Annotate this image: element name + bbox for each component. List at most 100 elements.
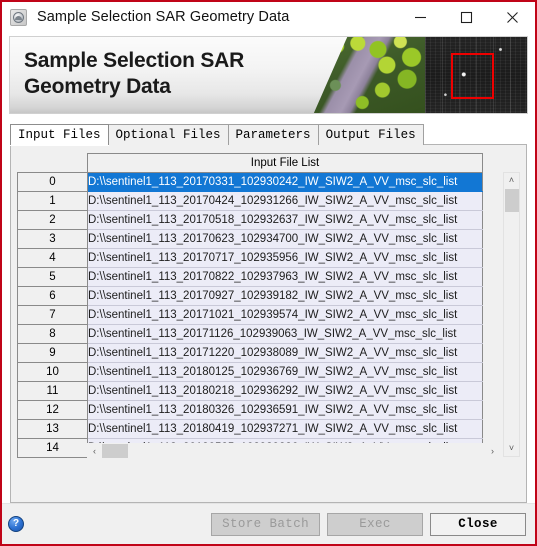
row-header[interactable]: 7 [17,305,88,325]
horizontal-scrollbar[interactable]: ‹ › [87,443,500,459]
column-header-input-file-list[interactable]: Input File List [87,153,483,173]
header-scrollbar-spacer [482,153,500,173]
table-row[interactable]: 0 D:\\sentinel1_113_20170331_102930242_I… [17,172,500,192]
table-header-row: Input File List [17,153,500,173]
maximize-icon [460,11,472,23]
table-row[interactable]: 12 D:\\sentinel1_113_20180326_102936591_… [17,400,500,420]
row-scrollbar-spacer [482,343,500,363]
scroll-left-icon[interactable]: ‹ [87,444,102,459]
file-path-cell[interactable]: D:\\sentinel1_113_20180218_102936292_IW_… [87,381,483,401]
tab-input-files[interactable]: Input Files [10,124,109,145]
close-button[interactable] [489,2,535,32]
row-header[interactable]: 14 [17,438,88,458]
row-scrollbar-spacer [482,248,500,268]
table-row[interactable]: 9 D:\\sentinel1_113_20171220_102938089_I… [17,343,500,363]
vertical-scroll-thumb[interactable] [505,189,519,212]
table-row[interactable]: 2 D:\\sentinel1_113_20170518_102932637_I… [17,210,500,230]
footer-bar: ? Store Batch Exec Close [2,503,535,544]
file-path-cell[interactable]: D:\\sentinel1_113_20180419_102937271_IW_… [87,419,483,439]
file-path-cell[interactable]: D:\\sentinel1_113_20180326_102936591_IW_… [87,400,483,420]
file-path-cell[interactable]: D:\\sentinel1_113_20170623_102934700_IW_… [87,229,483,249]
row-scrollbar-spacer [482,305,500,325]
minimize-icon [414,16,426,18]
application-window: Sample Selection SAR Geometry Data Sampl… [0,0,537,546]
file-path-cell[interactable]: D:\\sentinel1_113_20171021_102939574_IW_… [87,305,483,325]
row-header[interactable]: 4 [17,248,88,268]
close-dialog-button[interactable]: Close [430,512,526,536]
tab-strip: Input Files Optional Files Parameters Ou… [10,124,527,145]
row-scrollbar-spacer [482,400,500,420]
exec-button[interactable]: Exec [327,512,423,536]
title-bar[interactable]: Sample Selection SAR Geometry Data [2,2,535,32]
row-scrollbar-spacer [482,191,500,211]
row-scrollbar-spacer [482,381,500,401]
row-scrollbar-spacer [482,324,500,344]
scroll-up-icon[interactable]: ˄ [504,173,519,188]
banner: Sample Selection SAR Geometry Data [9,36,528,114]
sar-highlight-box [451,53,494,99]
row-header[interactable]: 6 [17,286,88,306]
scroll-down-icon[interactable]: ˅ [504,441,519,456]
table-row[interactable]: 6 D:\\sentinel1_113_20170927_102939182_I… [17,286,500,306]
tab-optional-files[interactable]: Optional Files [107,124,229,145]
table-row[interactable]: 3 D:\\sentinel1_113_20170623_102934700_I… [17,229,500,249]
table-corner-cell [17,153,88,173]
file-path-cell[interactable]: D:\\sentinel1_113_20170331_102930242_IW_… [87,172,483,192]
table-row[interactable]: 1 D:\\sentinel1_113_20170424_102931266_I… [17,191,500,211]
row-scrollbar-spacer [482,172,500,192]
row-scrollbar-spacer [482,362,500,382]
row-header[interactable]: 1 [17,191,88,211]
file-path-cell[interactable]: D:\\sentinel1_113_20170424_102931266_IW_… [87,191,483,211]
file-path-cell[interactable]: D:\\sentinel1_113_20170822_102937963_IW_… [87,267,483,287]
vertical-scrollbar[interactable]: ˄ ˅ [503,172,520,457]
table-row[interactable]: 10 D:\\sentinel1_113_20180125_102936769_… [17,362,500,382]
row-scrollbar-spacer [482,267,500,287]
file-path-cell[interactable]: D:\\sentinel1_113_20171220_102938089_IW_… [87,343,483,363]
input-file-grid: Input File List 0 D:\\sentinel1_113_2017… [17,153,520,459]
banner-heading: Sample Selection SAR Geometry Data [24,49,245,99]
table-row[interactable]: 5 D:\\sentinel1_113_20170822_102937963_I… [17,267,500,287]
table-row[interactable]: 13 D:\\sentinel1_113_20180419_102937271_… [17,419,500,439]
optical-image [313,37,425,113]
table-row[interactable]: 11 D:\\sentinel1_113_20180218_102936292_… [17,381,500,401]
window-controls [397,2,535,32]
file-path-cell[interactable]: D:\\sentinel1_113_20170518_102932637_IW_… [87,210,483,230]
table-row[interactable]: 7 D:\\sentinel1_113_20171021_102939574_I… [17,305,500,325]
row-header[interactable]: 13 [17,419,88,439]
file-path-cell[interactable]: D:\\sentinel1_113_20170927_102939182_IW_… [87,286,483,306]
banner-image-clip [313,37,527,113]
store-batch-button[interactable]: Store Batch [211,512,320,536]
input-file-table: Input File List 0 D:\\sentinel1_113_2017… [17,153,500,458]
globe-icon [10,8,27,26]
scroll-right-icon[interactable]: › [485,444,500,459]
file-path-cell[interactable]: D:\\sentinel1_113_20171126_102939063_IW_… [87,324,483,344]
file-path-cell[interactable]: D:\\sentinel1_113_20170717_102935956_IW_… [87,248,483,268]
row-scrollbar-spacer [482,419,500,439]
row-header[interactable]: 5 [17,267,88,287]
row-header[interactable]: 10 [17,362,88,382]
row-scrollbar-spacer [482,210,500,230]
table-body: 0 D:\\sentinel1_113_20170331_102930242_I… [17,172,500,458]
help-icon[interactable]: ? [8,516,24,532]
table-row[interactable]: 4 D:\\sentinel1_113_20170717_102935956_I… [17,248,500,268]
row-header[interactable]: 11 [17,381,88,401]
row-header[interactable]: 2 [17,210,88,230]
row-header[interactable]: 0 [17,172,88,192]
tab-panel-input-files: Input File List 0 D:\\sentinel1_113_2017… [10,144,527,503]
row-header[interactable]: 9 [17,343,88,363]
file-path-cell[interactable]: D:\\sentinel1_113_20180125_102936769_IW_… [87,362,483,382]
tab-output-files[interactable]: Output Files [317,124,424,145]
footer-button-group: Store Batch Exec Close [211,512,526,536]
table-row[interactable]: 8 D:\\sentinel1_113_20171126_102939063_I… [17,324,500,344]
tab-parameters[interactable]: Parameters [227,124,319,145]
row-scrollbar-spacer [482,229,500,249]
row-header[interactable]: 8 [17,324,88,344]
maximize-button[interactable] [443,2,489,32]
minimize-button[interactable] [397,2,443,32]
row-header[interactable]: 3 [17,229,88,249]
row-scrollbar-spacer [482,286,500,306]
row-header[interactable]: 12 [17,400,88,420]
banner-container: Sample Selection SAR Geometry Data [2,32,535,118]
window-title: Sample Selection SAR Geometry Data [37,9,290,25]
horizontal-scroll-thumb[interactable] [102,444,128,458]
